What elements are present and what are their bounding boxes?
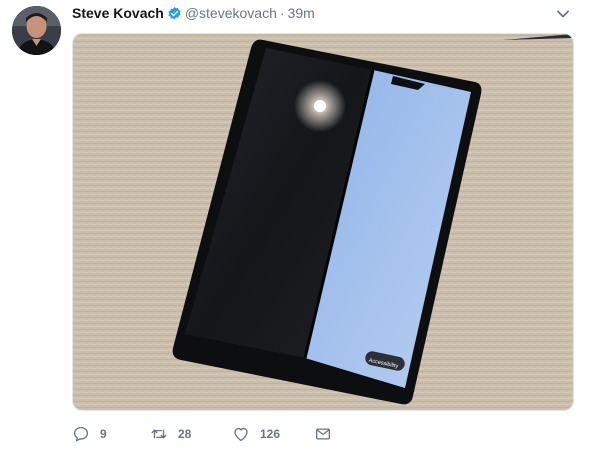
reply-button[interactable]: 9 [72, 425, 150, 443]
tweet-photo[interactable]: Accessibility [72, 33, 574, 411]
verified-badge-icon [167, 6, 182, 21]
avatar[interactable] [12, 6, 61, 55]
tweet-actions: 9 28 126 [72, 424, 344, 444]
user-handle[interactable]: @stevekovach [185, 5, 277, 21]
like-button[interactable]: 126 [232, 425, 314, 443]
retweet-count: 28 [178, 427, 192, 441]
separator-dot: · [279, 5, 285, 21]
display-name[interactable]: Steve Kovach [72, 5, 164, 21]
retweet-icon [151, 429, 167, 439]
reply-icon [73, 426, 89, 442]
envelope-icon [315, 428, 331, 440]
like-count: 126 [260, 427, 281, 441]
chevron-down-icon[interactable] [556, 7, 570, 21]
heart-icon [234, 427, 248, 442]
retweet-button[interactable]: 28 [150, 425, 232, 443]
tweet-header: Steve Kovach @stevekovach · 39m [72, 3, 315, 23]
direct-message-button[interactable] [314, 425, 344, 443]
reply-count: 9 [100, 427, 107, 441]
timestamp[interactable]: 39m [288, 5, 315, 21]
tweet: Steve Kovach @stevekovach · 39m Accessib… [0, 0, 593, 452]
